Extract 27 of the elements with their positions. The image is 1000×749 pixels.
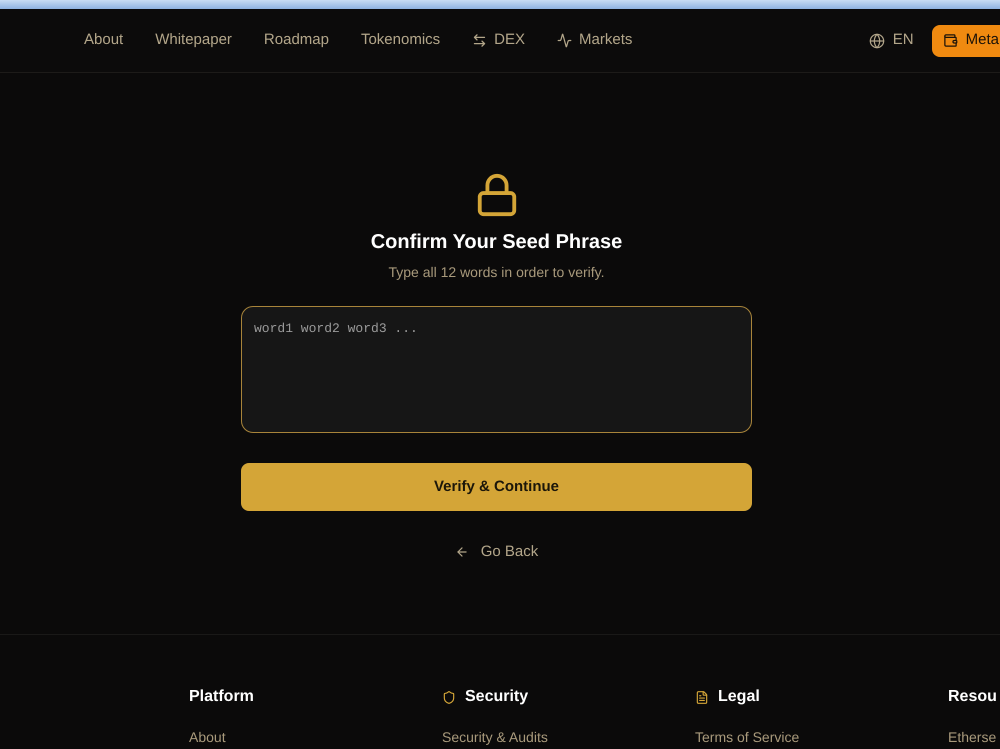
go-back-link[interactable]: Go Back (454, 541, 538, 564)
footer-heading: Resou (948, 687, 997, 707)
footer-heading: Security (465, 687, 528, 707)
nav-link[interactable]: DEX (472, 29, 526, 52)
footer-link[interactable]: Security & Audits (442, 727, 695, 747)
footer-link[interactable]: Terms of Service (695, 727, 948, 747)
page-title: Confirm Your Seed Phrase (370, 230, 622, 255)
footer-heading: Legal (718, 687, 760, 707)
footer-link[interactable]: Etherse (948, 727, 1000, 747)
nav-link[interactable]: About (84, 29, 124, 52)
language-selector[interactable]: EN (868, 29, 914, 52)
nav-link[interactable]: Whitepaper (155, 29, 232, 52)
footer-heading: Platform (189, 687, 254, 707)
document-icon (695, 690, 709, 704)
shield-icon (442, 690, 456, 704)
wallet-icon (942, 33, 958, 48)
globe-icon (868, 32, 885, 48)
pulse-line-icon (557, 33, 572, 48)
nav-link[interactable]: Roadmap (264, 29, 329, 52)
footer-link[interactable]: About (189, 727, 442, 747)
verify-continue-button[interactable]: Verify & Continue (241, 463, 752, 511)
seed-phrase-input[interactable]: word1 word2 word3 ... (241, 306, 752, 433)
nav-link[interactable]: Markets (557, 29, 632, 52)
wallet-connect-button[interactable]: Meta (932, 24, 1000, 56)
instruction-text: Type all 12 words in order to verify. (388, 263, 605, 282)
nav-link[interactable]: Tokenomics (360, 29, 440, 52)
swap-arrows-icon (472, 33, 488, 48)
